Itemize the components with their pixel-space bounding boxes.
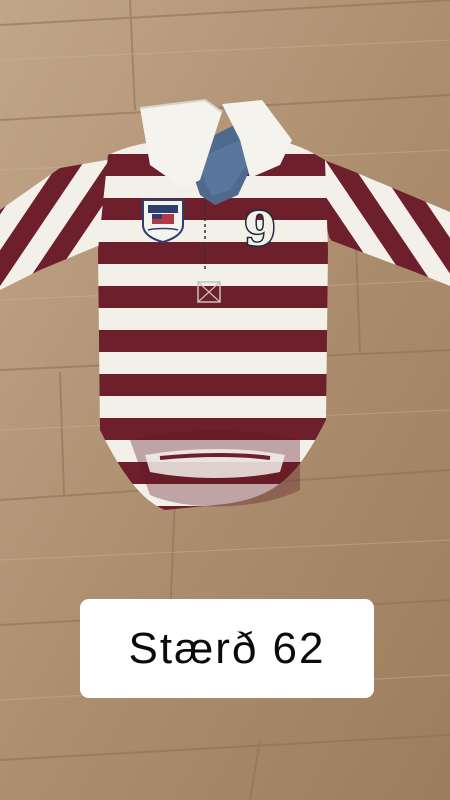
size-caption: Stærð 62	[80, 599, 374, 698]
size-caption-text: Stærð 62	[128, 623, 326, 673]
svg-text:9: 9	[244, 202, 276, 256]
crest-badge	[142, 199, 184, 244]
number-nine-patch: 9	[242, 201, 277, 258]
